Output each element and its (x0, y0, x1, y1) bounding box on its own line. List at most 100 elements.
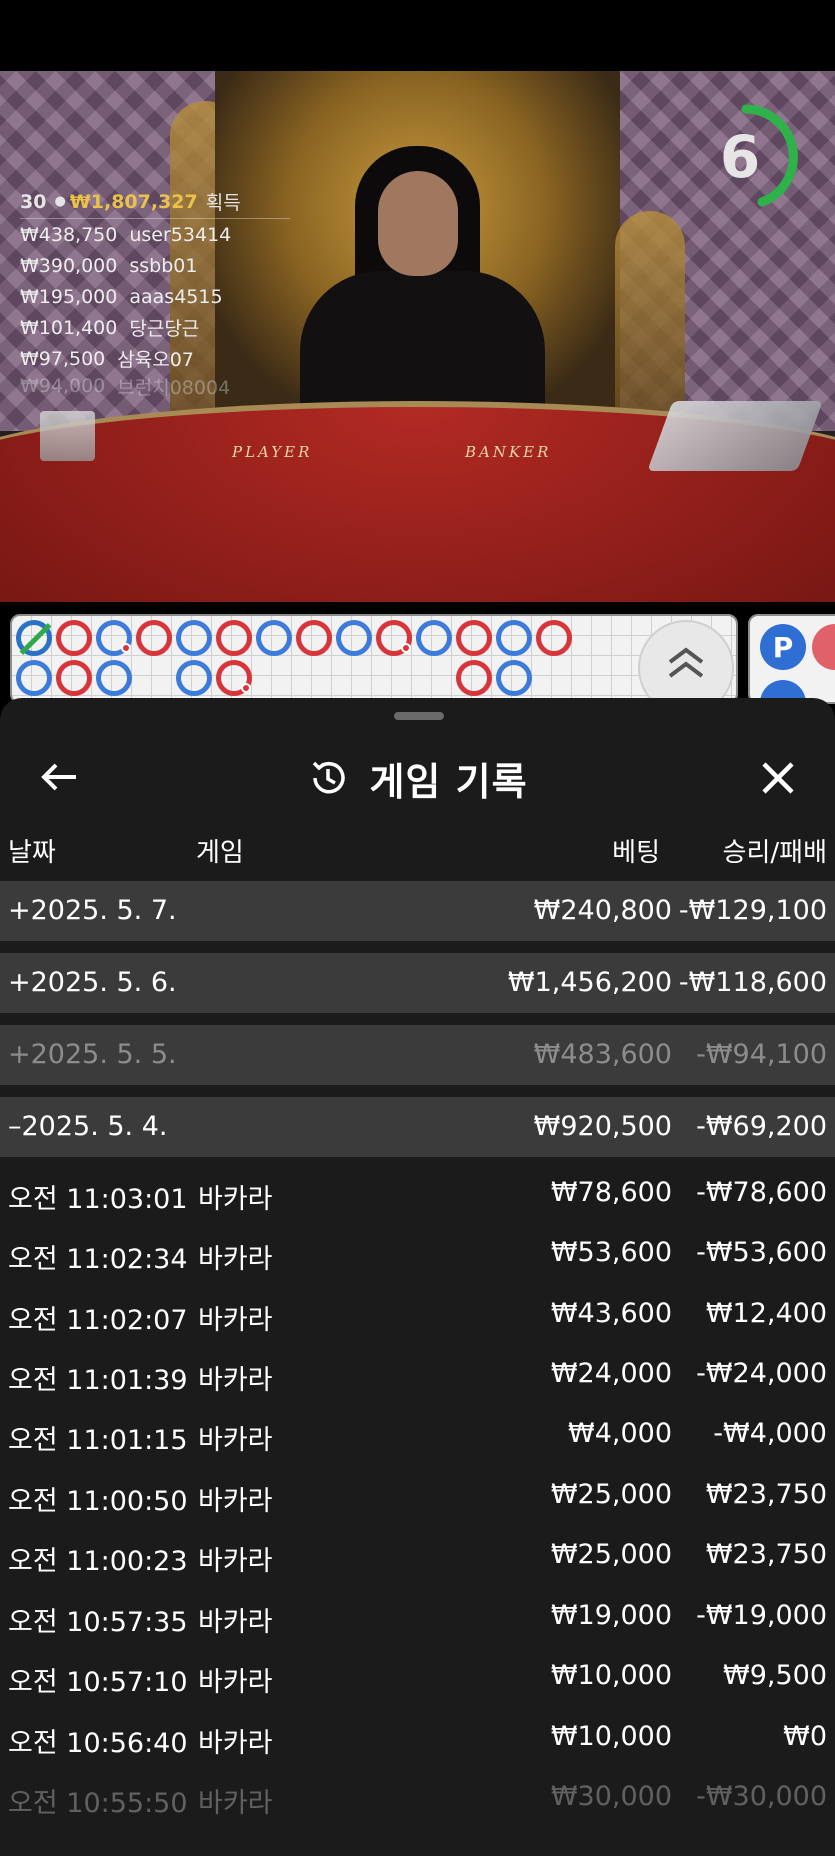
road-bead-banker (216, 620, 252, 656)
countdown-timer: 6 (690, 101, 802, 213)
road-bead-player (16, 660, 52, 696)
game-result: -₩4,000 (713, 1418, 827, 1449)
day-bet: ₩240,800 (533, 895, 672, 926)
game-row[interactable]: 오전 11:01:39 바카라 ₩24,000 -₩24,000 (0, 1344, 835, 1404)
day-date: +2025. 5. 6. (8, 967, 177, 998)
bead-road[interactable] (10, 614, 738, 704)
game-time: 오전 11:03:01 (8, 1184, 188, 1215)
game-bet: ₩30,000 (550, 1781, 672, 1812)
road-bead-player (496, 620, 532, 656)
winner-user: 삼육오07 (117, 349, 194, 371)
game-name: 바카라 (198, 1365, 273, 1396)
winner-amount: ₩438,750 (20, 223, 118, 246)
game-bet: ₩10,000 (550, 1660, 672, 1691)
prediction-panel[interactable]: P (748, 614, 835, 704)
game-bet: ₩43,600 (550, 1298, 672, 1329)
game-name: 바카라 (198, 1425, 273, 1456)
game-time: 오전 11:01:15 (8, 1425, 188, 1456)
predict-banker-badge[interactable] (812, 624, 835, 670)
game-time: 오전 10:57:10 (8, 1667, 188, 1698)
column-header: 날짜 게임 베팅 승리/패배 (0, 826, 835, 870)
card-shoe (647, 401, 823, 471)
game-row[interactable]: 오전 11:02:07 바카라 ₩43,600 ₩12,400 (0, 1284, 835, 1344)
winner-user: ssbb01 (129, 254, 198, 277)
winner-amount: ₩390,000 (20, 254, 118, 277)
table-label-player: PLAYER (232, 443, 313, 461)
game-bet: ₩78,600 (550, 1177, 672, 1208)
road-bead-banker (56, 620, 92, 656)
winner-user: 당근당근 (129, 318, 200, 340)
day-row[interactable]: +2025. 5. 5. ₩483,600 -₩94,100 (0, 1025, 835, 1085)
game-bet: ₩25,000 (550, 1539, 672, 1570)
road-row-1 (16, 620, 576, 656)
road-bead-player (96, 660, 132, 696)
day-row-expanded[interactable]: –2025. 5. 4. ₩920,500 -₩69,200 (0, 1097, 835, 1157)
game-row[interactable]: 오전 11:02:34 바카라 ₩53,600 -₩53,600 (0, 1223, 835, 1283)
day-result: -₩94,100 (696, 1039, 827, 1070)
game-time: 오전 11:00:50 (8, 1486, 188, 1517)
winner-amount: ₩195,000 (20, 285, 118, 308)
game-name: 바카라 (198, 1305, 273, 1336)
road-bead-banker (56, 660, 92, 696)
game-name: 바카라 (198, 1728, 273, 1759)
column-date: 날짜 (8, 838, 56, 868)
winner-amount: ₩94,000 (20, 375, 106, 397)
game-row[interactable]: 오전 10:57:10 바카라 ₩10,000 ₩9,500 (0, 1646, 835, 1706)
road-bead-player (96, 620, 132, 656)
day-row[interactable]: +2025. 5. 6. ₩1,456,200 -₩118,600 (0, 953, 835, 1013)
winners-count: 30 (20, 190, 47, 213)
road-bead-tie (16, 620, 52, 656)
game-result: ₩0 (783, 1721, 827, 1752)
winner-amount: ₩97,500 (20, 347, 106, 370)
day-date: +2025. 5. 5. (8, 1039, 177, 1070)
predict-player-badge[interactable]: P (760, 624, 806, 670)
game-bet: ₩4,000 (568, 1418, 672, 1449)
chevron-double-up-icon (668, 647, 704, 678)
game-name: 바카라 (198, 1184, 273, 1215)
winners-suffix: 획득 (205, 192, 241, 214)
day-bet: ₩920,500 (533, 1111, 672, 1142)
game-time: 오전 11:02:07 (8, 1305, 188, 1336)
game-row[interactable]: 오전 10:56:40 바카라 ₩10,000 ₩0 (0, 1707, 835, 1767)
day-bet: ₩483,600 (533, 1039, 672, 1070)
close-button[interactable] (750, 750, 806, 806)
history-icon (313, 761, 346, 794)
day-result: -₩129,100 (678, 895, 827, 926)
game-row[interactable]: 오전 11:00:50 바카라 ₩25,000 ₩23,750 (0, 1465, 835, 1525)
timer-value: 6 (719, 123, 761, 191)
day-bet: ₩1,456,200 (507, 967, 672, 998)
road-bead-banker (136, 620, 172, 656)
day-date: –2025. 5. 4. (8, 1111, 168, 1142)
road-bead-player (256, 620, 292, 656)
game-result: ₩9,500 (723, 1660, 827, 1691)
winners-total: ₩1,807,327 (69, 190, 198, 213)
column-bet: 베팅 (612, 838, 660, 868)
road-bead-empty (416, 660, 452, 696)
game-row[interactable]: 오전 10:55:50 바카라 ₩30,000 -₩30,000 (0, 1767, 835, 1827)
game-result: -₩24,000 (696, 1358, 827, 1389)
game-row[interactable]: 오전 11:03:01 바카라 ₩78,600 -₩78,600 (0, 1163, 835, 1223)
column-result: 승리/패배 (722, 838, 827, 868)
winner-user: user53414 (129, 223, 232, 246)
game-row[interactable]: 오전 10:57:35 바카라 ₩19,000 -₩19,000 (0, 1586, 835, 1646)
road-bead-player (176, 620, 212, 656)
game-bet: ₩53,600 (550, 1237, 672, 1268)
day-row[interactable]: +2025. 5. 7. ₩240,800 -₩129,100 (0, 881, 835, 941)
game-row[interactable]: 오전 11:00:23 바카라 ₩25,000 ₩23,750 (0, 1525, 835, 1585)
game-result: ₩23,750 (705, 1539, 827, 1570)
game-result: -₩19,000 (696, 1600, 827, 1631)
game-name: 바카라 (198, 1546, 273, 1577)
game-row[interactable]: 오전 11:01:15 바카라 ₩4,000 -₩4,000 (0, 1404, 835, 1464)
road-bead-banker (456, 620, 492, 656)
winner-user: 브런치08004 (117, 376, 231, 399)
winner-row: ₩97,500 삼육오07 (20, 343, 310, 374)
road-bead-player (176, 660, 212, 696)
winner-row: ₩101,400 당근당근 (20, 312, 310, 343)
winner-row: ₩438,750 user53414 (20, 219, 310, 250)
sheet-grabber[interactable] (394, 712, 444, 720)
winners-header: 30 ● ₩1,807,327 획득 (20, 189, 290, 219)
game-name: 바카라 (198, 1244, 273, 1275)
back-button[interactable] (30, 752, 90, 802)
game-time: 오전 10:57:35 (8, 1607, 188, 1638)
game-time: 오전 10:56:40 (8, 1728, 188, 1759)
